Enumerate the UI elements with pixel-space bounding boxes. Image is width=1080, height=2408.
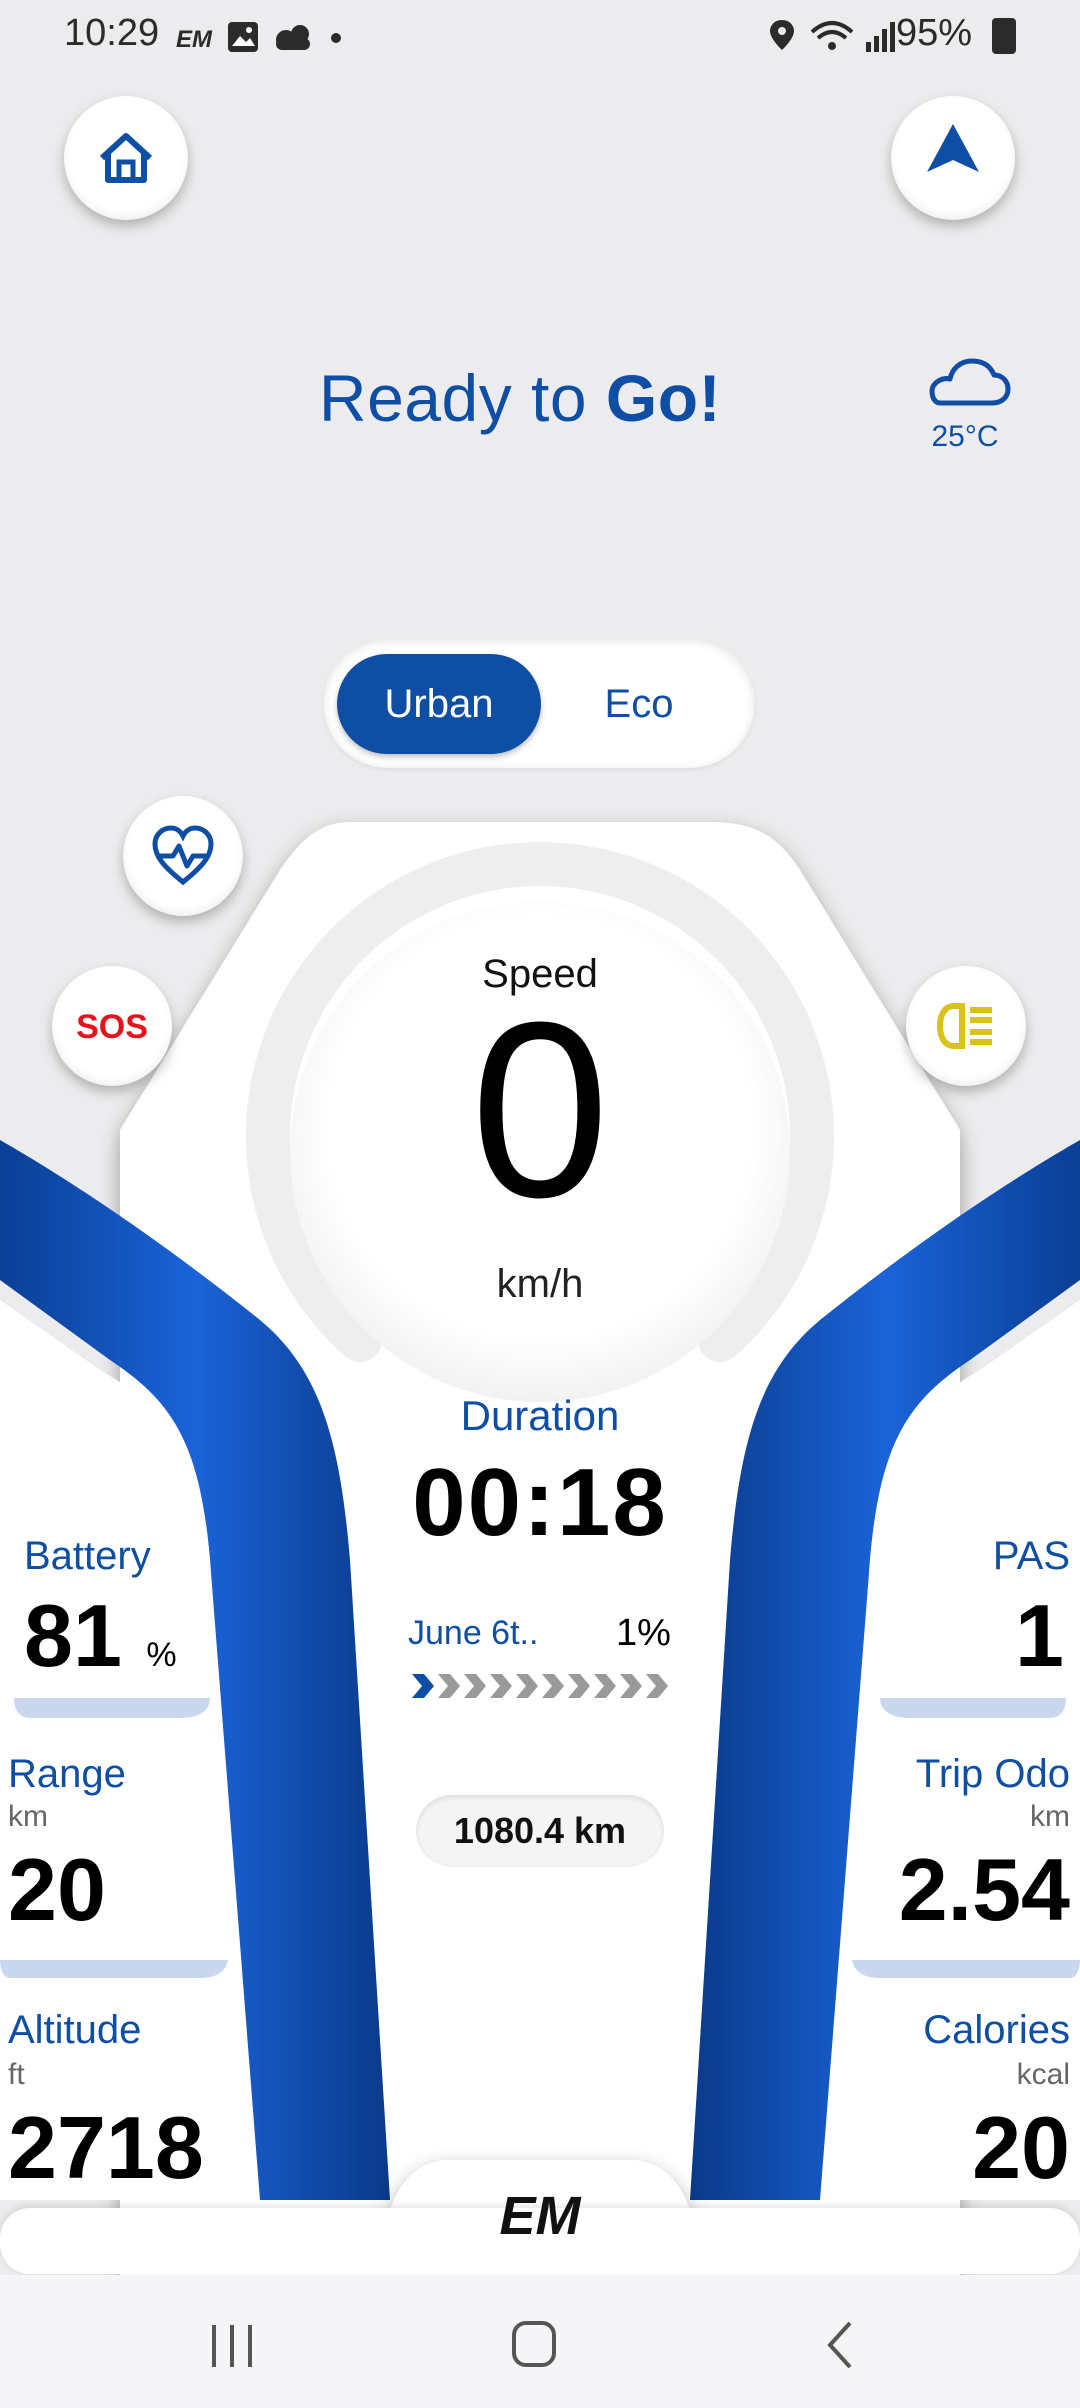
navigate-button[interactable] xyxy=(891,96,1015,220)
speed-value: 0 xyxy=(470,970,610,1249)
status-battery-percent: 95% xyxy=(895,12,972,54)
sos-label: SOS xyxy=(76,1008,148,1046)
battery-number: 81 xyxy=(24,1586,122,1685)
trip-odo-value: 2.54 xyxy=(898,1840,1070,1939)
progress-chevron xyxy=(568,1674,590,1698)
temperature: 25°C xyxy=(931,420,999,453)
pas-label: PAS xyxy=(992,1534,1070,1578)
headlight-button[interactable] xyxy=(906,966,1026,1086)
ride-mode-toggle: Urban Eco xyxy=(323,638,755,768)
progress-chevron xyxy=(516,1674,538,1698)
home-button[interactable] xyxy=(64,96,188,220)
status-icons-left: EM xyxy=(176,22,341,53)
recent-apps-icon[interactable] xyxy=(206,2321,258,2371)
svg-text:EM: EM xyxy=(176,26,213,53)
home-nav-icon[interactable] xyxy=(510,2319,560,2371)
navigation-arrow-icon xyxy=(927,124,979,172)
weather-widget[interactable]: 25°C xyxy=(910,355,1020,454)
trip-percent: 1% xyxy=(616,1612,671,1654)
battery-unit: % xyxy=(146,1636,177,1674)
battery-value: 81 % xyxy=(24,1592,177,1699)
status-bar: 10:29 EM 95% xyxy=(0,0,1080,72)
progress-chevron xyxy=(412,1674,434,1698)
logo-text: EM xyxy=(500,2186,582,2246)
calories-value: 20 xyxy=(972,2098,1070,2197)
progress-chevron xyxy=(542,1674,564,1698)
total-odometer: 1080.4 km xyxy=(416,1795,664,1867)
progress-chevron xyxy=(620,1674,642,1698)
mode-eco-button[interactable]: Eco xyxy=(537,654,741,754)
headlight-icon xyxy=(936,1003,992,1049)
battery-label: Battery xyxy=(24,1534,151,1578)
sos-button[interactable]: SOS xyxy=(52,966,172,1086)
trip-odo-label: Trip Odo xyxy=(915,1752,1070,1796)
health-button[interactable] xyxy=(123,796,243,916)
pas-value: 1 xyxy=(1015,1586,1064,1685)
greeting-go: Go! xyxy=(605,361,722,435)
progress-chevron xyxy=(594,1674,616,1698)
progress-chevron xyxy=(490,1674,512,1698)
speed-unit: km/h xyxy=(496,1262,584,1306)
system-navigation-bar xyxy=(0,2275,1080,2408)
greeting: Ready to Go! xyxy=(0,360,1040,436)
altitude-value: 2718 xyxy=(8,2098,204,2197)
range-value: 20 xyxy=(8,1840,106,1939)
range-unit: km xyxy=(8,1800,48,1833)
back-icon[interactable] xyxy=(820,2319,860,2371)
status-time: 10:29 xyxy=(64,12,160,54)
progress-chevron xyxy=(646,1674,668,1698)
status-icons-right xyxy=(770,20,895,52)
trip-progress-chevrons xyxy=(412,1674,668,1698)
duration-value: 00:18 xyxy=(412,1449,668,1556)
progress-chevron xyxy=(464,1674,486,1698)
progress-chevron xyxy=(438,1674,460,1698)
home-icon xyxy=(99,133,153,183)
trip-odo-unit: km xyxy=(1030,1800,1070,1833)
greeting-text: Ready to xyxy=(318,361,606,435)
range-label: Range xyxy=(8,1752,126,1796)
mode-urban-button[interactable]: Urban xyxy=(337,654,541,754)
heart-rate-icon xyxy=(152,825,214,886)
em-logo: EM xyxy=(500,2186,582,2246)
trip-name[interactable]: June 6t.. xyxy=(408,1614,538,1653)
altitude-label: Altitude xyxy=(8,2008,142,2052)
calories-label: Calories xyxy=(923,2008,1070,2052)
battery-icon xyxy=(992,18,1016,54)
altitude-unit: ft xyxy=(8,2058,25,2091)
calories-unit: kcal xyxy=(1016,2058,1070,2091)
cloud-icon xyxy=(929,358,1011,406)
sos-icon: SOS xyxy=(76,1008,148,1046)
duration-label: Duration xyxy=(460,1392,620,1439)
